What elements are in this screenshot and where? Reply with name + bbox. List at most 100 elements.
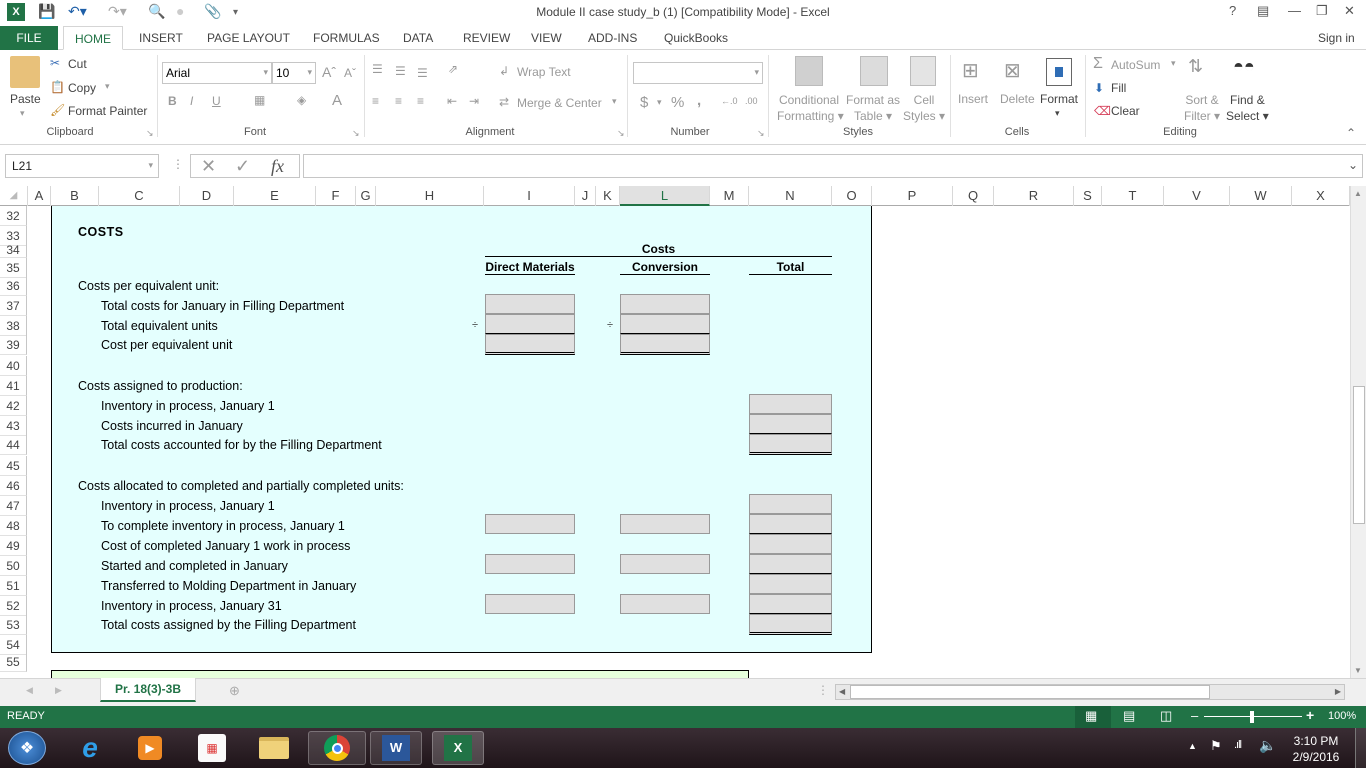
action-center-flag-icon[interactable]: ⚑ [1210, 738, 1222, 754]
column-header-r[interactable]: R [994, 186, 1074, 206]
input-conv-total-costs[interactable] [620, 294, 710, 314]
row-header[interactable]: 43 [0, 416, 27, 436]
input-conv-cost-per-unit[interactable] [620, 334, 710, 355]
currency-button[interactable]: $ [640, 94, 648, 111]
row-header[interactable]: 42 [0, 396, 27, 416]
file-explorer-icon[interactable] [250, 731, 298, 765]
sign-in-link[interactable]: Sign in [1318, 26, 1355, 50]
word-taskbar-button[interactable]: W [370, 731, 422, 765]
align-left-icon[interactable]: ≡ [372, 94, 379, 108]
row-header[interactable]: 34 [0, 242, 27, 258]
scroll-sheets-left-icon[interactable]: ◀ [26, 685, 33, 696]
name-box[interactable]: L21 ▾ [5, 154, 159, 178]
row-header[interactable]: 40 [0, 356, 27, 376]
row-header[interactable]: 45 [0, 456, 27, 476]
align-top-icon[interactable]: ☰ [372, 62, 383, 76]
input-dm-to-complete[interactable] [485, 514, 575, 534]
merge-center-button[interactable]: Merge & Center [517, 96, 602, 110]
column-header-x[interactable]: X [1292, 186, 1350, 206]
input-dm-started-completed[interactable] [485, 554, 575, 574]
row-header[interactable]: 37 [0, 296, 27, 316]
column-header-k[interactable]: K [596, 186, 620, 206]
fill-button[interactable]: Fill [1111, 81, 1126, 95]
column-header-d[interactable]: D [180, 186, 234, 206]
show-hidden-icons[interactable]: ▲ [1188, 741, 1197, 751]
column-header-v[interactable]: V [1164, 186, 1230, 206]
cell-styles-button[interactable]: Cell Styles ▾ [902, 92, 946, 124]
column-header-j[interactable]: J [575, 186, 596, 206]
input-dm-total-costs[interactable] [485, 294, 575, 314]
underline-button[interactable]: U [212, 94, 221, 108]
conditional-formatting-button[interactable]: Conditional Formatting ▾ [777, 92, 844, 124]
input-conv-equivalent-units[interactable] [620, 314, 710, 334]
tab-insert[interactable]: INSERT [128, 26, 194, 50]
help-button[interactable]: ? [1229, 3, 1236, 18]
confirm-entry-icon[interactable]: ✓ [235, 156, 250, 177]
input-conv-inventory-jan31[interactable] [620, 594, 710, 614]
start-button[interactable]: ❖ [8, 731, 46, 765]
italic-button[interactable]: I [190, 94, 193, 108]
sort-filter-button[interactable]: Sort & Filter ▾ [1184, 92, 1220, 124]
shrink-font-icon[interactable]: Aˇ [344, 66, 356, 80]
collapse-ribbon-icon[interactable]: ⌃ [1346, 126, 1356, 140]
input-conv-started-completed[interactable] [620, 554, 710, 574]
row-header[interactable]: 55 [0, 652, 27, 672]
sheet-tab-pr-18-3-3b[interactable]: Pr. 18(3)-3B [100, 678, 196, 702]
copy-dropdown-icon[interactable]: ▾ [105, 81, 110, 92]
scroll-down-icon[interactable]: ▼ [1354, 666, 1362, 675]
vertical-scrollbar[interactable]: ▲ ▼ [1350, 186, 1366, 678]
copy-button[interactable]: Copy [68, 81, 96, 95]
decrease-decimal-icon[interactable]: .00 [745, 96, 758, 106]
tab-split-handle[interactable]: ⋮ [817, 683, 829, 697]
insert-cells-button[interactable]: Insert [958, 92, 988, 106]
input-conv-to-complete[interactable] [620, 514, 710, 534]
tab-formulas[interactable]: FORMULAS [302, 26, 391, 50]
alignment-launcher-icon[interactable]: ↘ [617, 128, 625, 139]
font-name-select[interactable]: Arial ▾ [162, 62, 272, 84]
format-painter-button[interactable]: Format Painter [68, 104, 147, 118]
cancel-entry-icon[interactable]: ✕ [201, 156, 216, 177]
zoom-in-button[interactable]: + [1306, 707, 1314, 723]
input-dm-cost-per-unit[interactable] [485, 334, 575, 355]
column-header-w[interactable]: W [1230, 186, 1292, 206]
tab-data[interactable]: DATA [392, 26, 444, 50]
normal-view-icon[interactable]: ▦ [1085, 708, 1097, 724]
column-header-i[interactable]: I [484, 186, 575, 206]
delete-cells-button[interactable]: Delete [1000, 92, 1035, 106]
row-header[interactable]: 39 [0, 335, 27, 355]
row-header[interactable]: 51 [0, 576, 27, 596]
page-break-view-icon[interactable]: ◫ [1160, 708, 1172, 724]
column-header-l[interactable]: L [620, 186, 710, 206]
increase-decimal-icon[interactable]: ←.0 [721, 96, 738, 106]
tab-page-layout[interactable]: PAGE LAYOUT [196, 26, 301, 50]
input-total-inventory-jan31[interactable] [749, 594, 832, 614]
input-total-costs-accounted[interactable] [749, 434, 832, 455]
row-header[interactable]: 32 [0, 206, 27, 226]
horizontal-scrollbar[interactable]: ◀ ▶ [835, 684, 1345, 700]
worksheet-grid[interactable]: 32 33 34 35 36 37 38 39 40 41 42 43 44 4… [0, 206, 1350, 678]
decrease-indent-icon[interactable]: ⇤ [447, 94, 457, 108]
column-header-b[interactable]: B [51, 186, 99, 206]
close-button[interactable]: ✕ [1344, 3, 1355, 19]
input-total-inventory-jan1[interactable] [749, 394, 832, 414]
scroll-right-icon[interactable]: ▶ [1335, 687, 1341, 696]
row-header[interactable]: 47 [0, 496, 27, 516]
wrap-text-button[interactable]: Wrap Text [517, 65, 571, 79]
excel-taskbar-button[interactable]: X [432, 731, 484, 765]
column-header-o[interactable]: O [832, 186, 872, 206]
paste-icon[interactable] [10, 56, 40, 88]
column-header-c[interactable]: C [99, 186, 180, 206]
fill-color-icon[interactable]: ◈ [297, 93, 306, 107]
scroll-up-icon[interactable]: ▲ [1354, 189, 1362, 198]
zoom-slider-thumb[interactable] [1250, 711, 1254, 723]
tab-file[interactable]: FILE [0, 26, 58, 50]
chevron-down-icon[interactable]: ▾ [1055, 108, 1060, 119]
row-header[interactable]: 41 [0, 376, 27, 396]
volume-icon[interactable]: 🔈 [1259, 737, 1276, 754]
chevron-down-icon[interactable]: ▾ [657, 97, 662, 108]
autosum-button[interactable]: AutoSum [1111, 58, 1160, 72]
chevron-down-icon[interactable]: ▾ [612, 96, 617, 107]
row-header[interactable]: 53 [0, 615, 27, 635]
clipboard-launcher-icon[interactable]: ↘ [146, 128, 154, 139]
tab-quickbooks[interactable]: QuickBooks [653, 26, 739, 50]
